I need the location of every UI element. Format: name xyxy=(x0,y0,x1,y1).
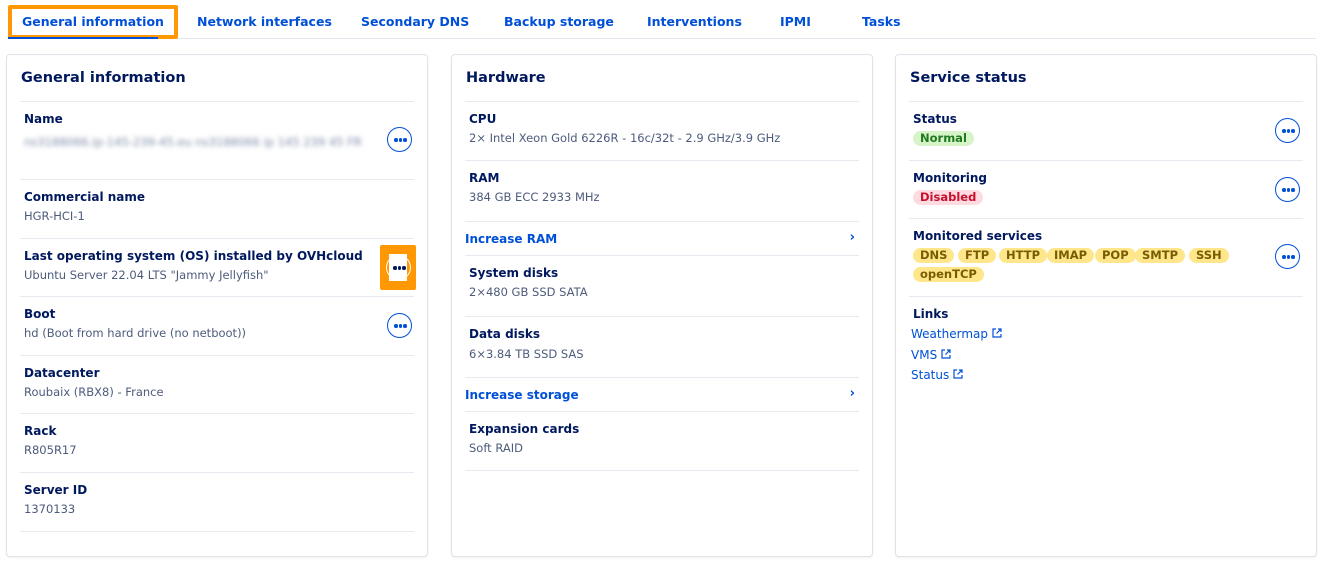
name-value-redacted: ns3188066.ip-145-239-45.eu ns3188066 ip … xyxy=(24,132,374,152)
active-tab-indicator xyxy=(8,37,158,39)
status-row: Status Normal xyxy=(909,101,1303,160)
ram-label: RAM xyxy=(469,171,500,185)
tab-bar: General information Network interfaces S… xyxy=(8,0,1316,39)
name-label: Name xyxy=(24,112,63,126)
datacenter-row: Datacenter Roubaix (RBX8) - France xyxy=(20,355,414,413)
tab-label: General information xyxy=(12,9,174,35)
divider xyxy=(465,470,859,471)
cpu-label: CPU xyxy=(469,112,497,126)
divider xyxy=(20,531,414,532)
data-disks-label: Data disks xyxy=(469,327,541,341)
server-id-label: Server ID xyxy=(24,483,88,497)
increase-storage-row: Increase storage › xyxy=(465,377,859,411)
datacenter-label: Datacenter xyxy=(24,366,100,380)
ram-row: RAM 384 GB ECC 2933 MHz xyxy=(465,160,859,221)
boot-actions-button[interactable] xyxy=(387,313,412,338)
status-actions-button[interactable] xyxy=(1275,118,1300,143)
commercial-name-row: Commercial name HGR-HCI-1 xyxy=(20,179,414,238)
ram-value: 384 GB ECC 2933 MHz xyxy=(469,190,600,204)
tab-ipmi[interactable]: IPMI xyxy=(780,14,811,29)
os-row: Last operating system (OS) installed by … xyxy=(20,238,416,296)
service-badge-dns: DNS xyxy=(913,248,955,263)
service-badge-pop: POP xyxy=(1095,248,1136,263)
tab-secondary-dns[interactable]: Secondary DNS xyxy=(361,14,469,29)
server-id-row: Server ID 1370133 xyxy=(20,472,414,531)
cpu-row: CPU 2× Intel Xeon Gold 6226R - 16c/32t -… xyxy=(465,101,859,160)
hardware-card: Hardware CPU 2× Intel Xeon Gold 6226R - … xyxy=(451,54,873,557)
tab-backup-storage[interactable]: Backup storage xyxy=(504,14,614,29)
weathermap-link-label: Weathermap xyxy=(911,327,988,341)
rack-row: Rack R805R17 xyxy=(20,413,414,472)
commercial-name-value: HGR-HCI-1 xyxy=(24,209,85,223)
vms-link[interactable]: VMS xyxy=(911,348,951,362)
status-badge: Normal xyxy=(913,131,974,146)
data-disks-row: Data disks 6×3.84 TB SSD SAS xyxy=(465,316,859,377)
increase-ram-row: Increase RAM › xyxy=(465,221,859,255)
server-id-value: 1370133 xyxy=(24,502,76,516)
general-information-card: General information Name ns3188066.ip-14… xyxy=(6,54,428,557)
tab-tasks[interactable]: Tasks xyxy=(862,14,901,29)
os-actions-button[interactable] xyxy=(386,255,411,280)
monitored-services-row: Monitored services DNS FTP HTTP IMAP POP… xyxy=(909,218,1303,296)
expansion-cards-label: Expansion cards xyxy=(469,422,580,436)
rack-value: R805R17 xyxy=(24,443,77,457)
service-badge-opentcp: openTCP xyxy=(913,267,984,282)
os-value: Ubuntu Server 22.04 LTS "Jammy Jellyfish… xyxy=(24,268,269,282)
weathermap-link[interactable]: Weathermap xyxy=(911,327,1002,341)
data-disks-value: 6×3.84 TB SSD SAS xyxy=(469,347,584,361)
system-disks-label: System disks xyxy=(469,266,559,280)
increase-storage-label: Increase storage xyxy=(465,388,579,402)
increase-ram-label: Increase RAM xyxy=(465,232,558,246)
chevron-right-icon: › xyxy=(849,386,855,401)
name-row: Name ns3188066.ip-145-239-45.eu ns318806… xyxy=(20,101,414,179)
status-label: Status xyxy=(913,112,957,126)
redacted-text: ns3188066.ip-145-239-45.eu ns3188066 ip … xyxy=(24,135,362,149)
datacenter-value: Roubaix (RBX8) - France xyxy=(24,385,164,399)
monitoring-label: Monitoring xyxy=(913,171,987,185)
service-badge-imap: IMAP xyxy=(1047,248,1095,263)
expansion-cards-value: Soft RAID xyxy=(469,441,523,455)
service-badge-smtp: SMTP xyxy=(1135,248,1185,263)
tab-general-information[interactable]: General information xyxy=(8,5,178,39)
system-disks-value: 2×480 GB SSD SATA xyxy=(469,285,588,299)
external-link-icon xyxy=(941,349,951,359)
links-row: Links Weathermap VMS Status xyxy=(909,296,1303,396)
external-link-icon xyxy=(953,369,963,379)
monitored-services-label: Monitored services xyxy=(913,229,1043,243)
boot-row: Boot hd (Boot from hard drive (no netboo… xyxy=(20,296,414,355)
expansion-cards-row: Expansion cards Soft RAID xyxy=(465,411,859,470)
tab-network-interfaces[interactable]: Network interfaces xyxy=(197,14,332,29)
increase-ram-link[interactable]: Increase RAM › xyxy=(465,222,859,255)
service-badge-ssh: SSH xyxy=(1189,248,1229,263)
service-badge-http: HTTP xyxy=(999,248,1048,263)
boot-value: hd (Boot from hard drive (no netboot)) xyxy=(24,326,247,340)
links-label: Links xyxy=(913,307,949,321)
increase-storage-link[interactable]: Increase storage › xyxy=(465,378,859,411)
card-title: Hardware xyxy=(466,70,546,86)
os-label: Last operating system (OS) installed by … xyxy=(24,249,363,263)
card-title: Service status xyxy=(910,70,1027,86)
tab-interventions[interactable]: Interventions xyxy=(647,14,742,29)
status-link[interactable]: Status xyxy=(911,368,963,382)
monitoring-actions-button[interactable] xyxy=(1275,177,1300,202)
system-disks-row: System disks 2×480 GB SSD SATA xyxy=(465,255,859,316)
external-link-icon xyxy=(992,328,1002,338)
chevron-right-icon: › xyxy=(849,230,855,245)
commercial-name-label: Commercial name xyxy=(24,190,146,204)
status-link-label: Status xyxy=(911,368,950,382)
monitored-services-actions-button[interactable] xyxy=(1275,244,1300,269)
vms-link-label: VMS xyxy=(911,348,938,362)
monitoring-badge: Disabled xyxy=(913,190,984,205)
boot-label: Boot xyxy=(24,307,56,321)
monitoring-row: Monitoring Disabled xyxy=(909,160,1303,218)
name-actions-button[interactable] xyxy=(387,127,412,152)
service-badge-ftp: FTP xyxy=(958,248,997,263)
card-title: General information xyxy=(21,70,186,86)
rack-label: Rack xyxy=(24,424,57,438)
service-status-card: Service status Status Normal Monitoring … xyxy=(895,54,1317,557)
cpu-value: 2× Intel Xeon Gold 6226R - 16c/32t - 2.9… xyxy=(469,131,781,145)
